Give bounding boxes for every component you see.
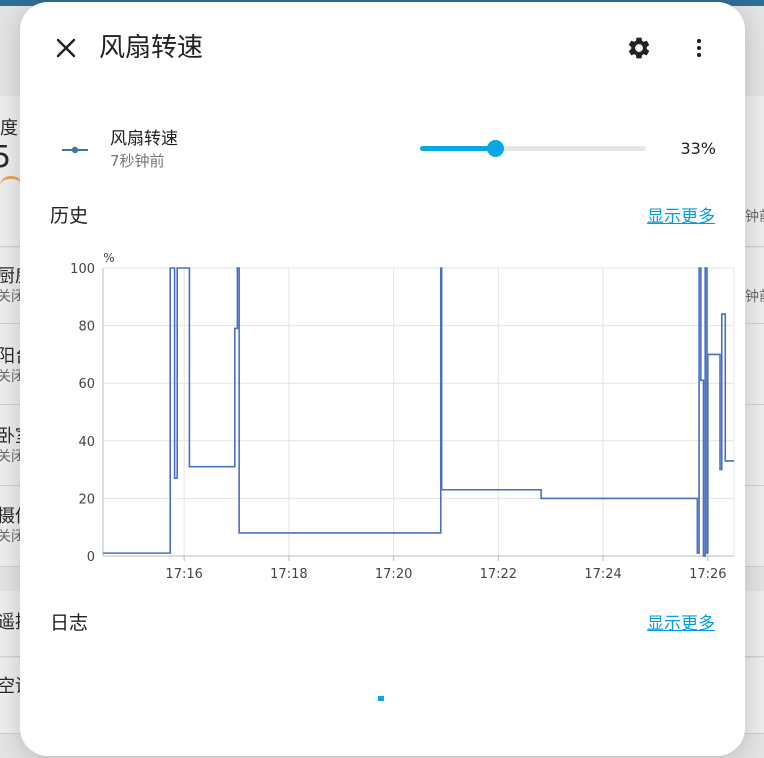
y-tick-label: 20 (78, 492, 95, 507)
logbook-title: 日志 (50, 612, 89, 634)
y-tick-label: 0 (87, 550, 95, 565)
history-chart: 0 20 40 60 80 100 17:16 17:18 17:20 17:22 17:24 17:… (70, 251, 735, 582)
x-tick-label: 17:18 (270, 567, 307, 582)
logbook-show-more-link[interactable]: 显示更多 (647, 609, 715, 634)
x-tick-label: 17:22 (480, 567, 517, 582)
dialog-title: 风扇转速 (99, 33, 204, 63)
bg-right-time: 钟前 (745, 289, 764, 305)
y-tick-label: 100 (70, 262, 95, 277)
bg-right-time: 钟前 (745, 209, 764, 225)
series-line (103, 267, 734, 557)
bg-label: 度 (0, 118, 18, 139)
y-tick-label: 80 (78, 320, 95, 335)
slider-thumb[interactable] (486, 140, 504, 157)
more-options-button[interactable] (681, 30, 717, 66)
close-button[interactable] (48, 30, 84, 66)
entity-value: 33% (680, 139, 716, 158)
x-tick-label: 17:26 (689, 567, 726, 582)
settings-button[interactable] (621, 30, 657, 66)
x-tick-label: 17:16 (165, 567, 202, 582)
history-title: 历史 (50, 205, 89, 227)
gear-icon (628, 37, 650, 59)
y-axis-unit-label: % (103, 251, 114, 265)
fan-speed-icon (60, 138, 90, 162)
loading-indicator (378, 696, 384, 701)
fan-speed-slider[interactable] (420, 134, 648, 164)
close-icon (56, 38, 76, 58)
x-tick-label: 17:24 (584, 567, 621, 582)
bg-gauge-arc (0, 176, 22, 189)
history-show-more-link[interactable]: 显示更多 (647, 202, 715, 227)
bg-big-value: 5 (0, 140, 12, 175)
more-vert-icon (696, 38, 702, 58)
y-tick-label: 40 (78, 435, 95, 450)
more-info-dialog: 风扇转速 风扇转速 7秒钟前 33% 历史 显示更多 0 20 40 60 80 100 1… (20, 2, 745, 756)
slider-fill (420, 146, 495, 151)
entity-name: 风扇转速 (110, 129, 178, 149)
y-tick-label: 60 (78, 377, 95, 392)
x-tick-label: 17:20 (375, 567, 412, 582)
entity-last-changed: 7秒钟前 (110, 152, 165, 170)
